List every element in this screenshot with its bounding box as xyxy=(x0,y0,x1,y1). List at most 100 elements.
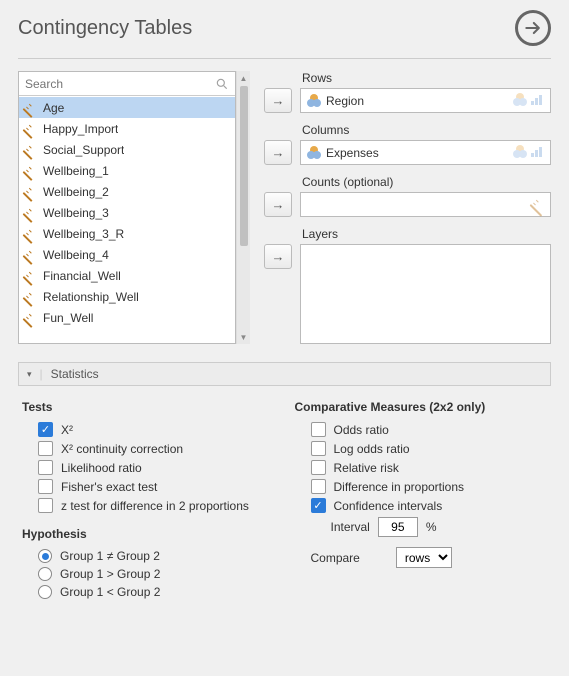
compare-label: Compare xyxy=(311,551,360,565)
nominal-icon xyxy=(513,145,527,159)
variable-item[interactable]: Wellbeing_2 xyxy=(19,181,235,202)
radio-label: Group 1 ≠ Group 2 xyxy=(60,549,160,563)
checkbox-ci[interactable]: ✓ xyxy=(311,498,326,513)
checkbox-fisher[interactable] xyxy=(38,479,53,494)
variable-item[interactable]: Wellbeing_3_R xyxy=(19,223,235,244)
arrow-right-icon xyxy=(523,18,543,38)
checkbox-label: Likelihood ratio xyxy=(61,461,142,475)
checkbox-label: X² xyxy=(61,423,73,437)
radio-neq[interactable] xyxy=(38,549,52,563)
assign-rows-button[interactable]: → xyxy=(264,88,292,113)
rows-field[interactable]: Region xyxy=(300,88,551,113)
variable-name: Wellbeing_4 xyxy=(43,248,109,262)
checkbox-odds[interactable] xyxy=(311,422,326,437)
nominal-icon xyxy=(513,93,527,107)
checkbox-label: Log odds ratio xyxy=(334,442,410,456)
variable-item[interactable]: Wellbeing_3 xyxy=(19,202,235,223)
page-title: Contingency Tables xyxy=(18,17,192,40)
interval-suffix: % xyxy=(426,520,437,534)
rows-label: Rows xyxy=(302,71,551,85)
nominal-icon xyxy=(307,94,321,108)
arrow-right-icon: → xyxy=(272,145,285,160)
counts-field[interactable] xyxy=(300,192,551,217)
scroll-down-icon[interactable]: ▼ xyxy=(237,330,250,344)
variable-item[interactable]: Social_Support xyxy=(19,139,235,160)
assign-counts-button[interactable]: → xyxy=(264,192,292,217)
arrow-right-icon: → xyxy=(272,249,285,264)
variable-item[interactable]: Financial_Well xyxy=(19,265,235,286)
radio-lt[interactable] xyxy=(38,585,52,599)
layers-label: Layers xyxy=(302,227,551,241)
chevron-down-icon: ▾ xyxy=(27,369,32,380)
compare-select[interactable]: rows xyxy=(396,547,452,568)
continuous-icon xyxy=(21,161,41,181)
continuous-icon xyxy=(21,308,41,328)
search-input[interactable] xyxy=(25,77,215,91)
variable-item[interactable]: Wellbeing_4 xyxy=(19,244,235,265)
checkbox-label: Confidence intervals xyxy=(334,499,443,513)
variable-name: Wellbeing_1 xyxy=(43,164,109,178)
variable-item[interactable]: Wellbeing_1 xyxy=(19,160,235,181)
variable-name: Relationship_Well xyxy=(43,290,139,304)
continuous-icon xyxy=(21,119,41,139)
radio-label: Group 1 > Group 2 xyxy=(60,567,160,581)
checkbox-label: X² continuity correction xyxy=(61,442,183,456)
comparative-heading: Comparative Measures (2x2 only) xyxy=(295,400,548,414)
checkbox-chi2[interactable]: ✓ xyxy=(38,422,53,437)
variable-name: Fun_Well xyxy=(43,311,93,325)
scroll-up-icon[interactable]: ▲ xyxy=(237,71,250,85)
continuous-icon xyxy=(528,194,548,214)
variable-name: Happy_Import xyxy=(43,122,118,136)
variable-name: Age xyxy=(43,101,64,115)
run-button[interactable] xyxy=(515,10,551,46)
assign-columns-button[interactable]: → xyxy=(264,140,292,165)
scroll-thumb[interactable] xyxy=(240,86,248,246)
hypothesis-heading: Hypothesis xyxy=(22,527,275,541)
counts-label: Counts (optional) xyxy=(302,175,551,189)
variable-item[interactable]: Happy_Import xyxy=(19,118,235,139)
variable-name: Wellbeing_3 xyxy=(43,206,109,220)
variable-name: Social_Support xyxy=(43,143,124,157)
variable-list[interactable]: Age Happy_Import Social_Support Wellbeing_1… xyxy=(18,71,236,344)
arrow-right-icon: → xyxy=(272,93,285,108)
separator: | xyxy=(40,367,43,381)
variable-name: Financial_Well xyxy=(43,269,121,283)
layers-field[interactable] xyxy=(300,244,551,344)
continuous-icon xyxy=(21,266,41,286)
checkbox-label: Odds ratio xyxy=(334,423,389,437)
continuous-icon xyxy=(21,98,41,118)
arrow-right-icon: → xyxy=(272,197,285,212)
checkbox-relrisk[interactable] xyxy=(311,460,326,475)
checkbox-ztest[interactable] xyxy=(38,498,53,513)
checkbox-likelihood[interactable] xyxy=(38,460,53,475)
checkbox-diffprop[interactable] xyxy=(311,479,326,494)
variable-item[interactable]: Age xyxy=(19,97,235,118)
variable-name: Wellbeing_2 xyxy=(43,185,109,199)
rows-value: Region xyxy=(326,94,364,108)
checkbox-label: z test for difference in 2 proportions xyxy=(61,499,249,513)
scrollbar[interactable]: ▲ ▼ xyxy=(236,71,250,344)
tests-heading: Tests xyxy=(22,400,275,414)
checkbox-logodds[interactable] xyxy=(311,441,326,456)
interval-label: Interval xyxy=(331,520,370,534)
continuous-icon xyxy=(21,182,41,202)
interval-input[interactable] xyxy=(378,517,418,537)
continuous-icon xyxy=(21,140,41,160)
variable-item[interactable]: Fun_Well xyxy=(19,307,235,328)
columns-field[interactable]: Expenses xyxy=(300,140,551,165)
checkbox-label: Relative risk xyxy=(334,461,399,475)
search-icon xyxy=(215,77,229,91)
variable-item[interactable]: Relationship_Well xyxy=(19,286,235,307)
statistics-panel-title: Statistics xyxy=(51,367,99,381)
columns-value: Expenses xyxy=(326,146,379,160)
radio-label: Group 1 < Group 2 xyxy=(60,585,160,599)
radio-gt[interactable] xyxy=(38,567,52,581)
ordinal-icon xyxy=(531,145,545,157)
continuous-icon xyxy=(21,203,41,223)
checkbox-label: Fisher's exact test xyxy=(61,480,157,494)
assign-layers-button[interactable]: → xyxy=(264,244,292,269)
checkbox-chi2-continuity[interactable] xyxy=(38,441,53,456)
variable-name: Wellbeing_3_R xyxy=(43,227,124,241)
statistics-panel-header[interactable]: ▾ | Statistics xyxy=(18,362,551,386)
checkbox-label: Difference in proportions xyxy=(334,480,465,494)
